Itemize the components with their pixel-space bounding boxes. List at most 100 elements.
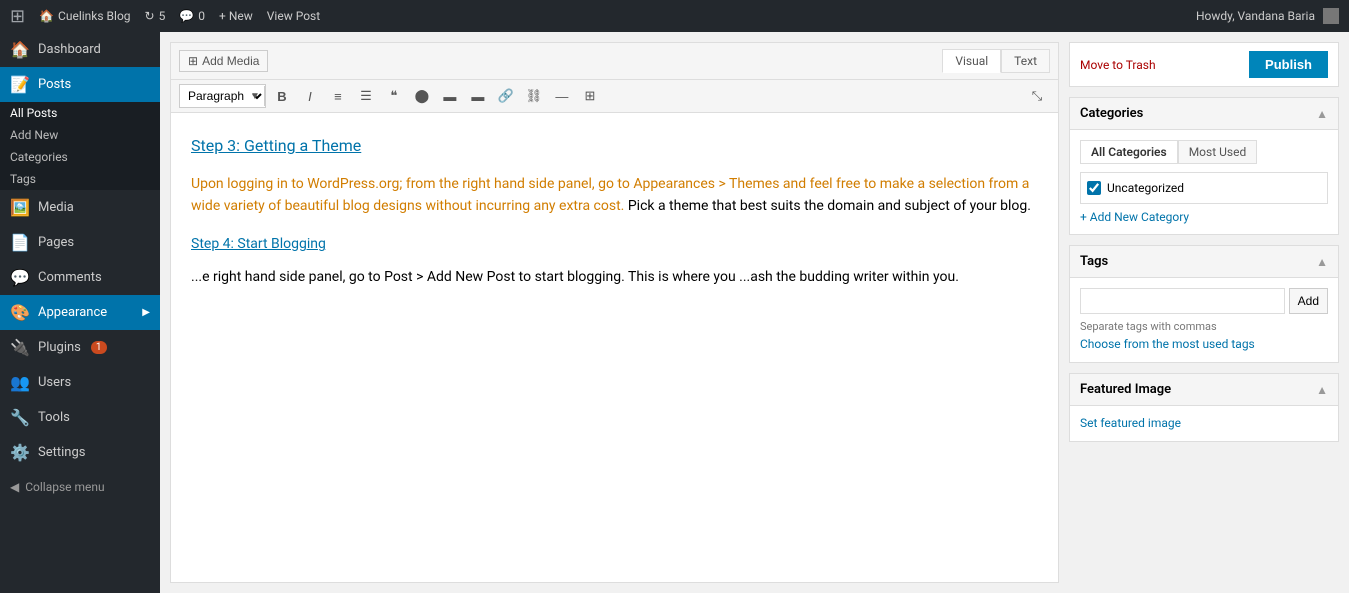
wp-logo-icon[interactable]: ⊞: [10, 6, 25, 27]
category-checkbox-uncategorized[interactable]: [1087, 181, 1101, 195]
featured-image-panel: Featured Image ▲ Set featured image: [1069, 373, 1339, 442]
plugins-badge: 1: [91, 341, 107, 354]
heading-step3: Step 3: Getting a Theme: [191, 133, 1038, 159]
choose-tags-link[interactable]: Choose from the most used tags: [1080, 337, 1255, 351]
sidebar-item-posts[interactable]: 📝 Posts: [0, 67, 160, 102]
editor-layout: ⊞ Add Media Visual Text Paragraph Headin…: [160, 32, 1349, 593]
bold-button[interactable]: B: [269, 84, 295, 108]
sidebar-label-dashboard: Dashboard: [38, 42, 101, 57]
blockquote-button[interactable]: ❝: [381, 84, 407, 108]
admin-bar: ⊞ 🏠 Cuelinks Blog ↻ 5 💬 0 + New View Pos…: [0, 0, 1349, 32]
ordered-list-button[interactable]: ☰: [353, 84, 379, 108]
avatar[interactable]: [1323, 8, 1339, 24]
editor-content[interactable]: Step 3: Getting a Theme Upon logging in …: [171, 113, 1058, 413]
comments-link[interactable]: 💬 0: [179, 9, 205, 23]
sidebar-item-users[interactable]: 👥 Users: [0, 365, 160, 400]
sidebar-label-plugins: Plugins: [38, 340, 81, 355]
categories-panel: Categories ▲ All Categories Most Used Un…: [1069, 97, 1339, 235]
step4-link[interactable]: Step 4: Start Blogging: [191, 236, 326, 252]
new-content-link[interactable]: + New: [219, 9, 253, 23]
comments-icon: 💬: [10, 268, 30, 287]
categories-panel-body: All Categories Most Used Uncategorized +…: [1070, 130, 1338, 234]
featured-image-panel-header[interactable]: Featured Image ▲: [1070, 374, 1338, 406]
house-icon: 🏠: [39, 9, 54, 23]
visual-text-tabs: Visual Text: [942, 49, 1050, 73]
tags-panel-header[interactable]: Tags ▲: [1070, 246, 1338, 278]
updates-link[interactable]: ↻ 5: [145, 9, 166, 23]
tags-input-row: Add: [1080, 288, 1328, 314]
sidebar-item-tools[interactable]: 🔧 Tools: [0, 400, 160, 435]
format-toolbar: Paragraph Heading 1 Heading 2 Heading 3 …: [171, 80, 1058, 113]
add-media-button[interactable]: ⊞ Add Media: [179, 50, 268, 72]
unordered-list-button[interactable]: ≡: [325, 84, 351, 108]
tags-panel: Tags ▲ Add Separate tags with commas Cho…: [1069, 245, 1339, 363]
sidebar-item-appearance[interactable]: 🎨 Appearance ▶: [0, 295, 160, 330]
tags-hint: Separate tags with commas: [1080, 320, 1328, 333]
align-left-button[interactable]: ⬤: [409, 84, 435, 108]
table-button[interactable]: ⊞: [577, 84, 603, 108]
add-new-category-link[interactable]: + Add New Category: [1080, 210, 1328, 224]
set-featured-image-link[interactable]: Set featured image: [1080, 416, 1181, 430]
more-button[interactable]: —: [549, 84, 575, 108]
sidebar-subitem-categories[interactable]: Categories: [0, 146, 160, 168]
align-right-button[interactable]: ▬: [465, 84, 491, 108]
appearance-section: 🎨 Appearance ▶ Themes Customize Widgets …: [0, 295, 160, 330]
tags-title: Tags: [1080, 254, 1108, 269]
sidebar-label-media: Media: [38, 200, 74, 215]
content-area: ⊞ Add Media Visual Text Paragraph Headin…: [160, 32, 1349, 593]
add-media-toolbar: ⊞ Add Media Visual Text: [171, 43, 1058, 80]
sidebar-label-comments: Comments: [38, 270, 102, 285]
paragraph-step4: ...e right hand side panel, go to Post >…: [191, 266, 1038, 288]
add-tag-button[interactable]: Add: [1289, 288, 1328, 314]
unlink-button[interactable]: ⛓: [521, 84, 547, 108]
align-center-button[interactable]: ▬: [437, 84, 463, 108]
posts-icon: 📝: [10, 75, 30, 94]
sidebar-subitem-all-posts[interactable]: All Posts: [0, 102, 160, 124]
dashboard-icon: 🏠: [10, 40, 30, 59]
howdy-text: Howdy, Vandana Baria: [1196, 9, 1315, 23]
move-to-trash-link[interactable]: Move to Trash: [1080, 58, 1156, 72]
sidebar-item-plugins[interactable]: 🔌 Plugins 1: [0, 330, 160, 365]
sidebar: 🏠 Dashboard 📝 Posts All Posts Add New Ca…: [0, 32, 160, 593]
sidebar-item-comments[interactable]: 💬 Comments: [0, 260, 160, 295]
sidebar-item-settings[interactable]: ⚙️ Settings: [0, 435, 160, 470]
sidebar-subitem-add-new[interactable]: Add New: [0, 124, 160, 146]
settings-icon: ⚙️: [10, 443, 30, 462]
media-icon: 🖼️: [10, 198, 30, 217]
sidebar-item-dashboard[interactable]: 🏠 Dashboard: [0, 32, 160, 67]
tools-icon: 🔧: [10, 408, 30, 427]
categories-panel-header[interactable]: Categories ▲: [1070, 98, 1338, 130]
publish-button[interactable]: Publish: [1249, 51, 1328, 78]
link-button[interactable]: 🔗: [493, 84, 519, 108]
chevron-up-tags: ▲: [1316, 255, 1328, 269]
publish-box: Move to Trash Publish: [1069, 42, 1339, 87]
featured-image-panel-body: Set featured image: [1070, 406, 1338, 441]
add-media-icon: ⊞: [188, 54, 198, 68]
categories-list: Uncategorized: [1080, 172, 1328, 204]
view-post-link[interactable]: View Post: [267, 9, 320, 23]
fullscreen-button[interactable]: ⤡: [1024, 84, 1050, 108]
tab-text[interactable]: Text: [1001, 49, 1050, 73]
sidebar-item-media[interactable]: 🖼️ Media: [0, 190, 160, 225]
sidebar-label-users: Users: [38, 375, 71, 390]
appearance-icon: 🎨: [10, 303, 30, 322]
sidebar-subitem-tags[interactable]: Tags: [0, 168, 160, 190]
chevron-up-categories: ▲: [1316, 107, 1328, 121]
sidebar-label-appearance: Appearance: [38, 305, 107, 320]
admin-bar-right: Howdy, Vandana Baria: [1196, 8, 1339, 24]
heading-step4: Step 4: Start Blogging: [191, 233, 1038, 255]
comment-icon: 💬: [179, 9, 194, 23]
tab-most-used[interactable]: Most Used: [1178, 140, 1258, 164]
tags-panel-body: Add Separate tags with commas Choose fro…: [1070, 278, 1338, 362]
collapse-menu-button[interactable]: ◀ Collapse menu: [0, 470, 160, 504]
tab-visual[interactable]: Visual: [942, 49, 1001, 73]
paragraph-select[interactable]: Paragraph Heading 1 Heading 2 Heading 3: [179, 84, 266, 108]
category-item-uncategorized: Uncategorized: [1087, 179, 1321, 197]
sidebar-item-pages[interactable]: 📄 Pages: [0, 225, 160, 260]
tab-all-categories[interactable]: All Categories: [1080, 140, 1178, 164]
tags-input[interactable]: [1080, 288, 1285, 314]
update-icon: ↻: [145, 9, 155, 23]
italic-button[interactable]: I: [297, 84, 323, 108]
sidebar-label-tools: Tools: [38, 410, 70, 425]
site-name[interactable]: 🏠 Cuelinks Blog: [39, 9, 130, 23]
